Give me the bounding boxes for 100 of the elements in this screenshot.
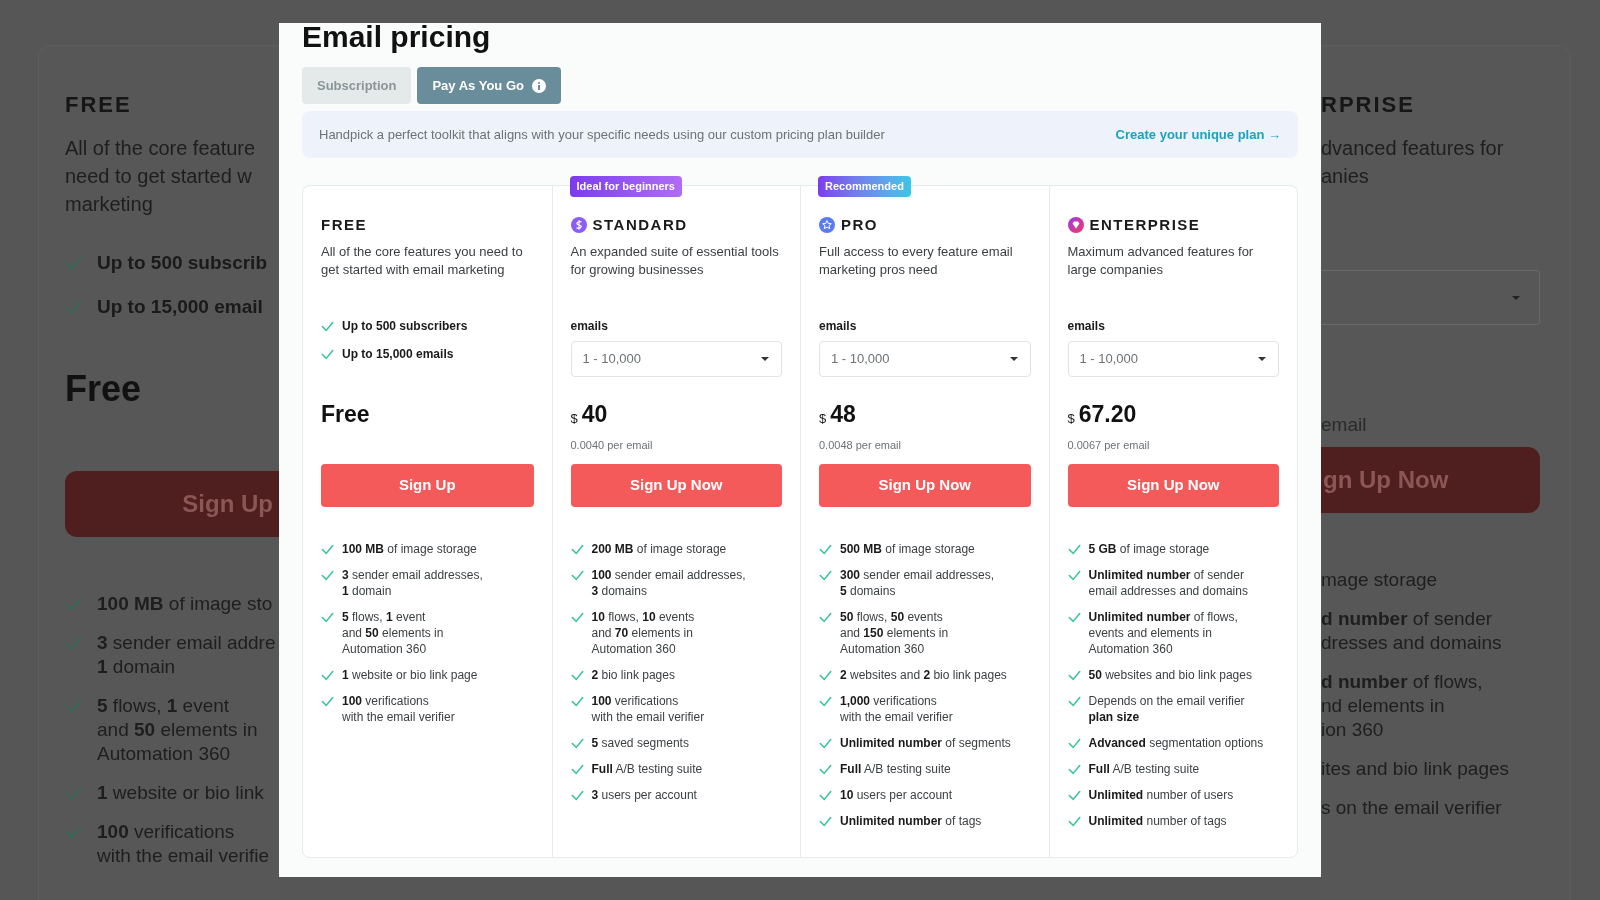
feature-text: 100 verifications with the email verifier (591, 693, 705, 725)
feature-text: Unlimited number of flows, events and elements in Automation 360 (1088, 609, 1238, 657)
plan-name: RPRISE (1321, 91, 1416, 119)
tab[interactable]: Pay As You Go (417, 67, 561, 104)
check-icon (65, 595, 83, 613)
feature-text: 100 MB of image storage (342, 541, 477, 557)
plan-name: STANDARD (592, 214, 688, 235)
feature-text: 100 verifications with the email verifie (97, 820, 270, 868)
tab[interactable]: Subscription (302, 67, 412, 104)
check-icon (321, 543, 334, 556)
check-icon (65, 634, 83, 652)
feature-text: 3 users per account (591, 787, 697, 803)
check-icon (570, 763, 584, 776)
create-plan-link[interactable]: Create your unique plan → (1115, 124, 1281, 145)
plan-badge: Recommended (818, 176, 911, 197)
signup-button[interactable]: Sign Up Now (819, 464, 1031, 507)
check-icon (570, 789, 584, 802)
check-icon (1067, 569, 1081, 582)
check-icon (65, 784, 83, 802)
feature-text: 100 verifications with the email verifier (342, 693, 455, 725)
check-icon (819, 737, 832, 750)
feature-text: ites and bio link pages (1321, 757, 1509, 781)
feature-text: d number of sender dresses and domains (1321, 607, 1502, 655)
plan-description: All of the core feature need to get started w marketing (65, 136, 257, 217)
per-email-text: 0.0048 per email (819, 439, 901, 451)
check-icon (570, 569, 584, 582)
check-icon (570, 669, 584, 682)
feature-text: Full A/B testing suite (591, 761, 703, 777)
feature-text: s on the email verifier (1321, 796, 1502, 820)
highlight-text: Up to 15,000 emails (342, 346, 454, 362)
plan-badge: Ideal for beginners (569, 176, 682, 197)
check-icon (321, 695, 334, 708)
signup-button[interactable]: Sign Up (321, 464, 534, 507)
feature-text: Unlimited number of tags (840, 813, 982, 829)
check-icon (1067, 815, 1081, 828)
plan-name: FREE (65, 91, 133, 119)
check-icon (321, 569, 334, 582)
field-label: emails (570, 318, 609, 334)
plan-description: Full access to every feature email marketing pros need (819, 243, 1014, 279)
emails-dropdown[interactable]: 1 - 10,000 (570, 341, 782, 377)
feature-text: 100 MB of image sto (97, 592, 273, 616)
per-email-text: 0.0067 per email (1067, 439, 1150, 451)
emails-dropdown[interactable]: 1 - 10,000 (1067, 341, 1279, 377)
modal-title: Email pricing (302, 22, 492, 52)
feature-text: 1,000 verifications with the email verifier (840, 693, 953, 725)
feature-text: 50 websites and bio link pages (1088, 667, 1252, 683)
info-icon (531, 78, 546, 93)
check-icon (819, 611, 832, 624)
per-email-text: 0.0040 per email (570, 439, 653, 451)
signup-button[interactable]: Sign Up Now (570, 464, 782, 507)
feature-text: Unlimited number of tags (1088, 813, 1227, 829)
feature-text: Depends on the email verifier plan size (1088, 693, 1245, 725)
check-icon (819, 543, 832, 556)
feature-text: Full A/B testing suite (840, 761, 951, 777)
plan-name: FREE (321, 214, 367, 235)
check-icon (65, 298, 83, 316)
check-icon (819, 763, 832, 776)
feature-text: 1 website or bio link (97, 781, 264, 805)
feature-text: 1 website or bio link page (342, 667, 478, 683)
check-icon (1067, 669, 1081, 682)
caret-icon (760, 356, 770, 362)
dropdown[interactable] (1321, 270, 1540, 325)
signup-button[interactable]: Sign Up Now (1067, 464, 1279, 507)
check-icon (321, 669, 334, 682)
feature-text: d number of flows, nd elements in ion 360 (1321, 670, 1483, 742)
price: Free (65, 367, 143, 411)
currency-symbol: $ (570, 410, 578, 428)
feature-text: 300 sender email addresses, 5 domains (840, 567, 995, 599)
field-label: emails (1067, 318, 1106, 334)
feature-text: 100 sender email addresses, 3 domains (591, 567, 746, 599)
check-icon (819, 695, 832, 708)
highlight-text: Up to 500 subscribers (342, 318, 468, 334)
check-icon (321, 319, 334, 333)
check-icon (321, 347, 334, 361)
emails-dropdown[interactable]: 1 - 10,000 (819, 341, 1031, 377)
field-label: emails (819, 318, 858, 334)
feature-text: 10 users per account (840, 787, 953, 803)
check-icon (819, 815, 832, 828)
feature-text: 200 MB of image storage (591, 541, 727, 557)
highlight-text: Up to 15,000 email (97, 295, 263, 319)
highlight-text: Up to 500 subscrib (97, 251, 267, 275)
feature-text: 5 flows, 1 event and 50 elements in Automation 360 (342, 609, 444, 657)
feature-text: 3 sender email addresses, 1 domain (342, 567, 483, 599)
feature-text: 2 websites and 2 bio link pages (840, 667, 1007, 683)
feature-text: 3 sender email addre 1 domain (97, 631, 276, 679)
plan-name: PRO (841, 214, 878, 235)
check-icon (570, 611, 584, 624)
signup-button[interactable]: gn Up Now (1321, 447, 1540, 513)
plan-description: All of the core features you need to get started with email marketing (321, 243, 524, 279)
feature-text: Unlimited number of users (1088, 787, 1234, 803)
caret-icon (1257, 356, 1267, 362)
currency-symbol: $ (1067, 410, 1075, 428)
check-icon (321, 611, 334, 624)
feature-text: 10 flows, 10 events and 70 elements in Automation 360 (591, 609, 695, 657)
currency-symbol: $ (819, 410, 827, 428)
signup-button[interactable]: Sign Up (65, 471, 279, 537)
check-icon (570, 737, 584, 750)
feature-text: Full A/B testing suite (1088, 761, 1200, 777)
price: 67.20 (1078, 400, 1137, 429)
feature-text: 2 bio link pages (591, 667, 675, 683)
